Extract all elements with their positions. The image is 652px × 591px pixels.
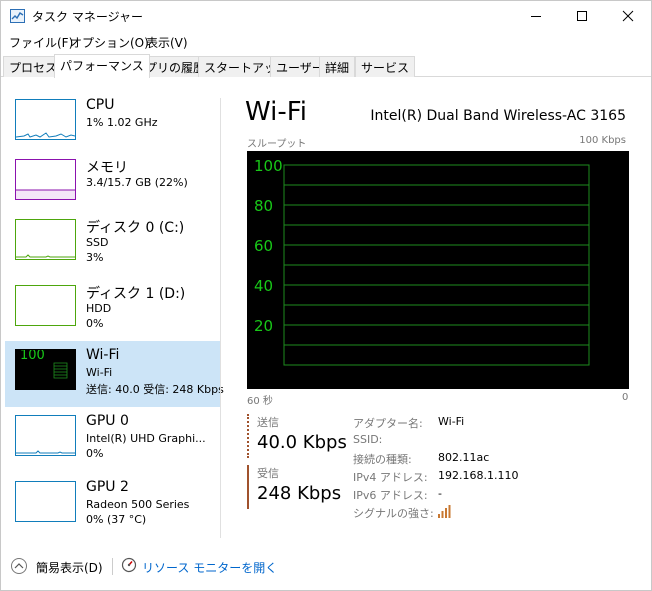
sidebar-item-disk-0[interactable]: ディスク 0 (C:) SSD 3% <box>5 211 221 277</box>
receive-stat: 受信 248 Kbps <box>247 465 347 509</box>
detail-value-ipv4: 192.168.1.110 <box>438 469 519 482</box>
sidebar-item-subtitle: Radeon 500 Series <box>86 498 190 511</box>
graph-scale-label: 20 <box>254 317 273 335</box>
maximize-button[interactable] <box>559 1 605 31</box>
minimize-button[interactable] <box>513 1 559 31</box>
tab-services[interactable]: サービス <box>355 56 416 77</box>
sidebar-item-cpu[interactable]: CPU 1% 1.02 GHz <box>5 91 221 157</box>
sidebar-item-title: ディスク 0 (C:) <box>86 220 185 236</box>
sidebar-item-value: 3% <box>86 251 104 264</box>
signal-strength-icon <box>438 505 451 518</box>
receive-value: 248 Kbps <box>257 483 342 504</box>
sidebar-item-title: GPU 0 <box>86 413 129 429</box>
sidebar-item-gpu-2[interactable]: GPU 2 Radeon 500 Series 0% (37 °C) <box>5 473 221 539</box>
detail-value-adapter-name: Wi-Fi <box>438 415 465 428</box>
send-label: 送信 <box>257 416 279 429</box>
throughput-graph: 100 80 60 40 20 <box>247 151 629 389</box>
close-icon <box>622 10 634 22</box>
tab-bar: プロセス パフォーマンス アプリの履歴 スタートアップ ユーザー 詳細 サービス <box>1 54 651 78</box>
sidebar-item-title: Wi-Fi <box>86 347 120 363</box>
graph-scale-label: 40 <box>254 277 273 295</box>
footer-divider <box>112 558 113 575</box>
gpu-2-thumbnail-graph <box>15 481 76 522</box>
sidebar-item-value: 0% (37 °C) <box>86 513 147 526</box>
chevron-up-icon[interactable] <box>11 558 27 574</box>
sidebar-item-value: 0% <box>86 447 104 460</box>
disk-1-thumbnail-graph <box>15 285 76 326</box>
title-bar[interactable]: タスク マネージャー <box>1 1 651 31</box>
sidebar-item-subtitle: Wi-Fi <box>86 366 113 379</box>
sidebar-splitter[interactable] <box>220 98 221 538</box>
detail-key-ipv6: IPv6 アドレス: <box>353 489 428 502</box>
task-manager-icon <box>10 9 25 23</box>
sidebar-item-gpu-0[interactable]: GPU 0 Intel(R) UHD Graphi... 0% <box>5 407 221 473</box>
detail-key-signal-strength: シグナルの強さ: <box>353 507 434 520</box>
maximize-icon <box>577 11 587 21</box>
graph-time-start-label: 60 秒 <box>247 396 273 407</box>
tab-performance[interactable]: パフォーマンス <box>54 54 150 78</box>
detail-value-connection-type: 802.11ac <box>438 451 490 464</box>
adapter-name: Intel(R) Dual Band Wireless-AC 3165 <box>370 108 626 124</box>
open-resource-monitor-link[interactable]: リソース モニターを開く <box>142 559 277 576</box>
gpu-0-thumbnail-graph <box>15 415 76 456</box>
detail-value-ipv6: - <box>438 487 442 500</box>
receive-label: 受信 <box>257 467 279 480</box>
send-stat: 送信 40.0 Kbps <box>247 414 347 458</box>
graph-label: スループット <box>247 139 307 150</box>
performance-sidebar: CPU 1% 1.02 GHz メモリ 3.4/15.7 GB (22%) ディ… <box>5 91 224 546</box>
task-manager-window: タスク マネージャー ファイル(F) オプション(O) 表示(V) プロセス パ… <box>0 0 652 591</box>
sidebar-item-value: 送信: 40.0 受信: 248 Kbps <box>86 383 224 396</box>
sidebar-item-value: 0% <box>86 317 104 330</box>
graph-scale-label: 60 <box>254 237 273 255</box>
menu-bar: ファイル(F) オプション(O) 表示(V) <box>1 32 651 52</box>
footer-bar: 簡易表示(D) リソース モニターを開く <box>1 551 651 591</box>
sidebar-item-title: GPU 2 <box>86 479 129 495</box>
sidebar-item-title: CPU <box>86 97 115 113</box>
close-button[interactable] <box>605 1 651 31</box>
tab-details[interactable]: 詳細 <box>319 56 356 77</box>
menu-file[interactable]: ファイル(F) <box>9 34 73 51</box>
resource-monitor-icon <box>121 557 137 573</box>
window-title: タスク マネージャー <box>32 10 143 24</box>
wifi-thumbnail-graph: 100 <box>15 349 76 390</box>
sidebar-item-title: メモリ <box>86 160 128 176</box>
send-value: 40.0 Kbps <box>257 432 347 453</box>
menu-view[interactable]: 表示(V) <box>146 34 188 51</box>
sidebar-item-memory[interactable]: メモリ 3.4/15.7 GB (22%) <box>5 151 221 217</box>
menu-options[interactable]: オプション(O) <box>70 34 149 51</box>
sidebar-item-subtitle: 3.4/15.7 GB (22%) <box>86 176 188 189</box>
page-title: Wi-Fi <box>245 97 308 127</box>
detail-key-adapter-name: アダプター名: <box>353 417 423 430</box>
sidebar-item-subtitle: Intel(R) UHD Graphi... <box>86 432 206 445</box>
sidebar-item-subtitle: 1% 1.02 GHz <box>86 116 158 129</box>
minimize-icon <box>531 16 541 17</box>
sidebar-item-wifi[interactable]: 100 Wi-Fi Wi-Fi 送信: 40.0 受信: 248 Kbps <box>5 341 224 407</box>
disk-0-thumbnail-graph <box>15 219 76 260</box>
cpu-thumbnail-graph <box>15 99 76 140</box>
sidebar-item-subtitle: SSD <box>86 236 109 249</box>
graph-scale-label: 80 <box>254 197 273 215</box>
sidebar-item-disk-1[interactable]: ディスク 1 (D:) HDD 0% <box>5 277 221 343</box>
memory-thumbnail-graph <box>15 159 76 200</box>
throughput-graph-canvas: 100 80 60 40 20 <box>254 157 590 366</box>
sidebar-item-title: ディスク 1 (D:) <box>86 286 186 302</box>
graph-scale-label: 100 <box>254 157 283 175</box>
fewer-details-button[interactable]: 簡易表示(D) <box>36 559 103 576</box>
graph-max-label: 100 Kbps <box>579 135 626 146</box>
detail-key-ssid: SSID: <box>353 433 383 446</box>
sidebar-item-subtitle: HDD <box>86 302 112 315</box>
graph-time-end-label: 0 <box>622 392 629 403</box>
detail-key-connection-type: 接続の種類: <box>353 453 412 466</box>
detail-key-ipv4: IPv4 アドレス: <box>353 471 428 484</box>
